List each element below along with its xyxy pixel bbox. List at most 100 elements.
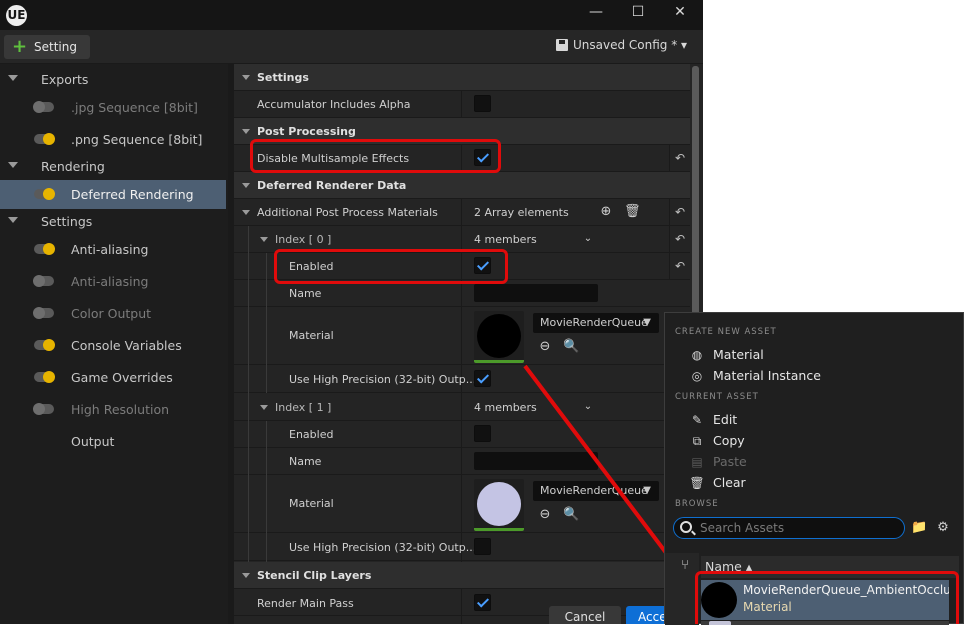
render-main-pass-checkbox[interactable] [474,594,491,611]
list-item-game-overrides[interactable]: Game Overrides [0,363,228,391]
menu-item-edit[interactable]: Edit [713,412,737,427]
toggle-switch[interactable] [34,188,55,200]
group-label: Settings [41,214,93,229]
group-settings[interactable]: Settings [0,207,228,235]
expand-caret-icon [8,75,18,81]
chevron-down-icon[interactable]: ⌄ [580,399,596,415]
section-header: CURRENT ASSET [675,392,759,402]
list-item-console-variables[interactable]: Console Variables [0,331,228,359]
reset-to-default-icon[interactable]: ↶ [669,145,690,172]
group-rendering[interactable]: Rendering [0,152,228,180]
high-precision-checkbox[interactable] [474,538,491,555]
property-label: Enabled [289,428,334,441]
close-button[interactable]: ✕ [658,0,702,26]
use-selected-asset-icon[interactable]: ⊖ [537,507,553,523]
expand-caret-icon [242,573,250,578]
filter-icon[interactable]: ⑂ [677,558,693,574]
group-label: Exports [41,72,89,87]
enabled-checkbox[interactable] [474,425,491,442]
list-item-anti-aliasing-disabled[interactable]: Anti-aliasing [0,267,228,295]
array-count: 2 Array elements [474,206,569,219]
edit-pencil-icon: ✎ [691,413,703,427]
browse-asset-icon[interactable]: 🔍 [563,507,579,523]
maximize-button[interactable]: ☐ [616,0,660,26]
material-asset-combo[interactable]: MovieRenderQueue ▼ [533,481,659,501]
group-exports[interactable]: Exports [0,65,228,93]
list-item-deferred-rendering[interactable]: Deferred Rendering [0,180,226,209]
material-sphere-icon: ◍ [691,348,703,362]
list-item-anti-aliasing[interactable]: Anti-aliasing [0,235,228,263]
list-item-label: Deferred Rendering [71,187,194,202]
cancel-button[interactable]: Cancel [549,606,621,624]
highlight-disable-multisample [250,139,501,173]
property-high-precision: Use High Precision (32-bit) Outp... [234,366,690,393]
add-setting-button[interactable]: + Setting [4,35,90,59]
property-render-main-pass: Render Main Pass [234,589,690,616]
list-item-label: Anti-aliasing [71,274,149,289]
expand-caret-icon [242,183,250,188]
property-material-1: Material MovieRenderQueue ▼ ⊖ 🔍 [234,475,690,533]
toggle-switch[interactable] [33,307,54,319]
list-item-output[interactable]: Output [0,427,228,455]
minimize-button[interactable]: — [574,0,618,26]
high-precision-checkbox[interactable] [474,370,491,387]
expand-caret-icon[interactable] [260,405,268,410]
reset-to-default-icon[interactable]: ↶ [669,199,690,226]
save-icon [556,39,568,51]
menu-item-material-instance[interactable]: Material Instance [713,368,821,383]
toggle-switch[interactable] [34,339,55,351]
toggle-switch[interactable] [34,371,55,383]
list-item-png-sequence[interactable]: .png Sequence [8bit] [0,125,228,153]
add-element-icon[interactable]: ⊕ [598,204,614,220]
highlight-enabled [274,249,508,284]
category-deferred-renderer-data[interactable]: Deferred Renderer Data [234,172,690,199]
toggle-switch[interactable] [33,275,54,287]
gear-icon[interactable]: ⚙ [935,520,951,536]
delete-icon[interactable]: 🗑 [624,204,641,220]
list-item-label: Game Overrides [71,370,173,385]
toggle-switch[interactable] [34,133,55,145]
members-count: 4 members [474,233,537,246]
toggle-switch[interactable] [33,403,54,415]
category-label: Post Processing [257,125,356,138]
category-label: Deferred Renderer Data [257,179,407,192]
folder-icon[interactable]: 📁 [911,520,927,536]
material-asset-combo[interactable]: MovieRenderQueue ▼ [533,313,659,333]
browse-asset-icon[interactable]: 🔍 [563,339,579,355]
list-item-jpg-sequence[interactable]: .jpg Sequence [8bit] [0,93,228,121]
menu-item-copy[interactable]: Copy [713,433,745,448]
settings-list-panel: Exports .jpg Sequence [8bit] .png Sequen… [0,64,228,624]
accumulator-alpha-checkbox[interactable] [474,95,491,112]
use-selected-asset-icon[interactable]: ⊖ [537,339,553,355]
property-enabled-1: Enabled [234,421,690,448]
toggle-switch[interactable] [33,101,54,113]
tree-guide-line [266,421,267,562]
reset-to-default-icon[interactable]: ↶ [669,226,690,253]
title-bar: UE — ☐ ✕ [0,0,703,30]
property-material: Material MovieRenderQueue ▼ ⊖ 🔍 [234,307,690,365]
menu-item-clear[interactable]: Clear [713,475,746,490]
chevron-down-icon[interactable]: ⌄ [580,231,596,247]
menu-item-material[interactable]: Material [713,347,764,362]
name-input[interactable] [474,284,598,302]
material-thumbnail[interactable] [474,311,524,363]
config-dropdown[interactable]: Unsaved Config * ▾ [556,38,687,52]
material-instance-icon: ◎ [691,369,703,383]
list-item-high-resolution[interactable]: High Resolution [0,395,228,423]
material-thumbnail[interactable] [474,479,524,531]
toggle-switch[interactable] [34,243,55,255]
expand-caret-icon[interactable] [242,210,250,215]
expand-caret-icon[interactable] [260,237,268,242]
name-input[interactable] [474,452,598,470]
category-settings[interactable]: Settings [234,64,690,91]
section-header: CREATE NEW ASSET [675,327,777,337]
search-assets-input[interactable]: Search Assets [673,517,905,539]
reset-to-default-icon[interactable]: ↶ [669,253,690,280]
chevron-down-icon: ▼ [643,485,651,496]
category-stencil-clip-layers[interactable]: Stencil Clip Layers [234,562,690,589]
tree-guide-line [248,226,249,562]
list-item-color-output[interactable]: Color Output [0,299,228,327]
property-label: Material [289,497,334,510]
copy-icon: ⧉ [692,434,702,448]
movie-render-queue-window: UE — ☐ ✕ + Setting Unsaved Config * ▾ Ex… [0,0,703,624]
